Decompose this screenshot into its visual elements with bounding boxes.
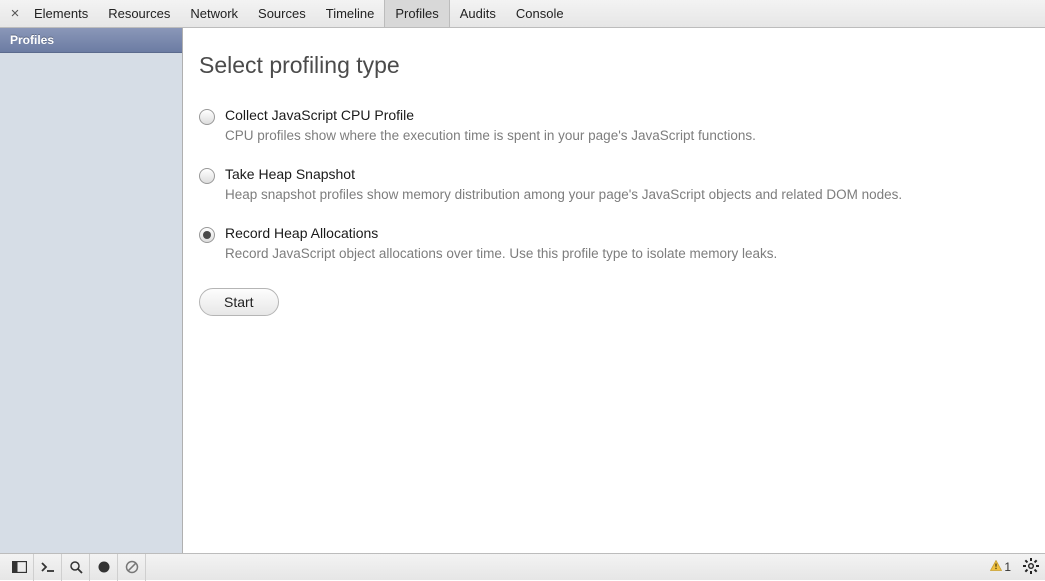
start-button[interactable]: Start bbox=[199, 288, 279, 316]
option-heap-allocations[interactable]: Record Heap Allocations Record JavaScrip… bbox=[199, 225, 1017, 264]
tab-resources[interactable]: Resources bbox=[98, 0, 180, 27]
search-icon[interactable] bbox=[62, 554, 90, 581]
settings-icon[interactable] bbox=[1023, 558, 1039, 577]
warning-count-value: 1 bbox=[1004, 560, 1011, 574]
option-body: Take Heap Snapshot Heap snapshot profile… bbox=[225, 166, 1017, 205]
warning-count[interactable]: 1 bbox=[990, 560, 1011, 574]
tab-sources[interactable]: Sources bbox=[248, 0, 316, 27]
option-desc: CPU profiles show where the execution ti… bbox=[225, 127, 1017, 146]
sidebar-header: Profiles bbox=[0, 28, 182, 53]
radio-heap-snapshot[interactable] bbox=[199, 168, 215, 184]
tab-elements[interactable]: Elements bbox=[24, 0, 98, 27]
statusbar-left bbox=[6, 554, 146, 581]
sidebar: Profiles bbox=[0, 28, 183, 553]
warning-icon bbox=[990, 560, 1002, 574]
option-label: Take Heap Snapshot bbox=[225, 166, 1017, 182]
devtools-tabbar: × Elements Resources Network Sources Tim… bbox=[0, 0, 1045, 28]
console-toggle-icon[interactable] bbox=[34, 554, 62, 581]
page-title: Select profiling type bbox=[199, 52, 1017, 79]
tab-timeline[interactable]: Timeline bbox=[316, 0, 385, 27]
tab-audits[interactable]: Audits bbox=[450, 0, 506, 27]
option-body: Record Heap Allocations Record JavaScrip… bbox=[225, 225, 1017, 264]
close-icon[interactable]: × bbox=[6, 6, 24, 21]
option-desc: Heap snapshot profiles show memory distr… bbox=[225, 186, 1017, 205]
statusbar: 1 bbox=[0, 553, 1045, 580]
option-desc: Record JavaScript object allocations ove… bbox=[225, 245, 1017, 264]
option-cpu-profile[interactable]: Collect JavaScript CPU Profile CPU profi… bbox=[199, 107, 1017, 146]
record-icon[interactable] bbox=[90, 554, 118, 581]
statusbar-right: 1 bbox=[990, 558, 1039, 577]
clear-icon[interactable] bbox=[118, 554, 146, 581]
tab-console[interactable]: Console bbox=[506, 0, 574, 27]
radio-heap-allocations[interactable] bbox=[199, 227, 215, 243]
option-label: Record Heap Allocations bbox=[225, 225, 1017, 241]
dock-icon[interactable] bbox=[6, 554, 34, 581]
main-panel: Select profiling type Collect JavaScript… bbox=[183, 28, 1045, 553]
content-row: Profiles Select profiling type Collect J… bbox=[0, 28, 1045, 553]
tab-profiles[interactable]: Profiles bbox=[384, 0, 449, 27]
radio-cpu-profile[interactable] bbox=[199, 109, 215, 125]
option-body: Collect JavaScript CPU Profile CPU profi… bbox=[225, 107, 1017, 146]
option-label: Collect JavaScript CPU Profile bbox=[225, 107, 1017, 123]
option-heap-snapshot[interactable]: Take Heap Snapshot Heap snapshot profile… bbox=[199, 166, 1017, 205]
tab-network[interactable]: Network bbox=[180, 0, 248, 27]
